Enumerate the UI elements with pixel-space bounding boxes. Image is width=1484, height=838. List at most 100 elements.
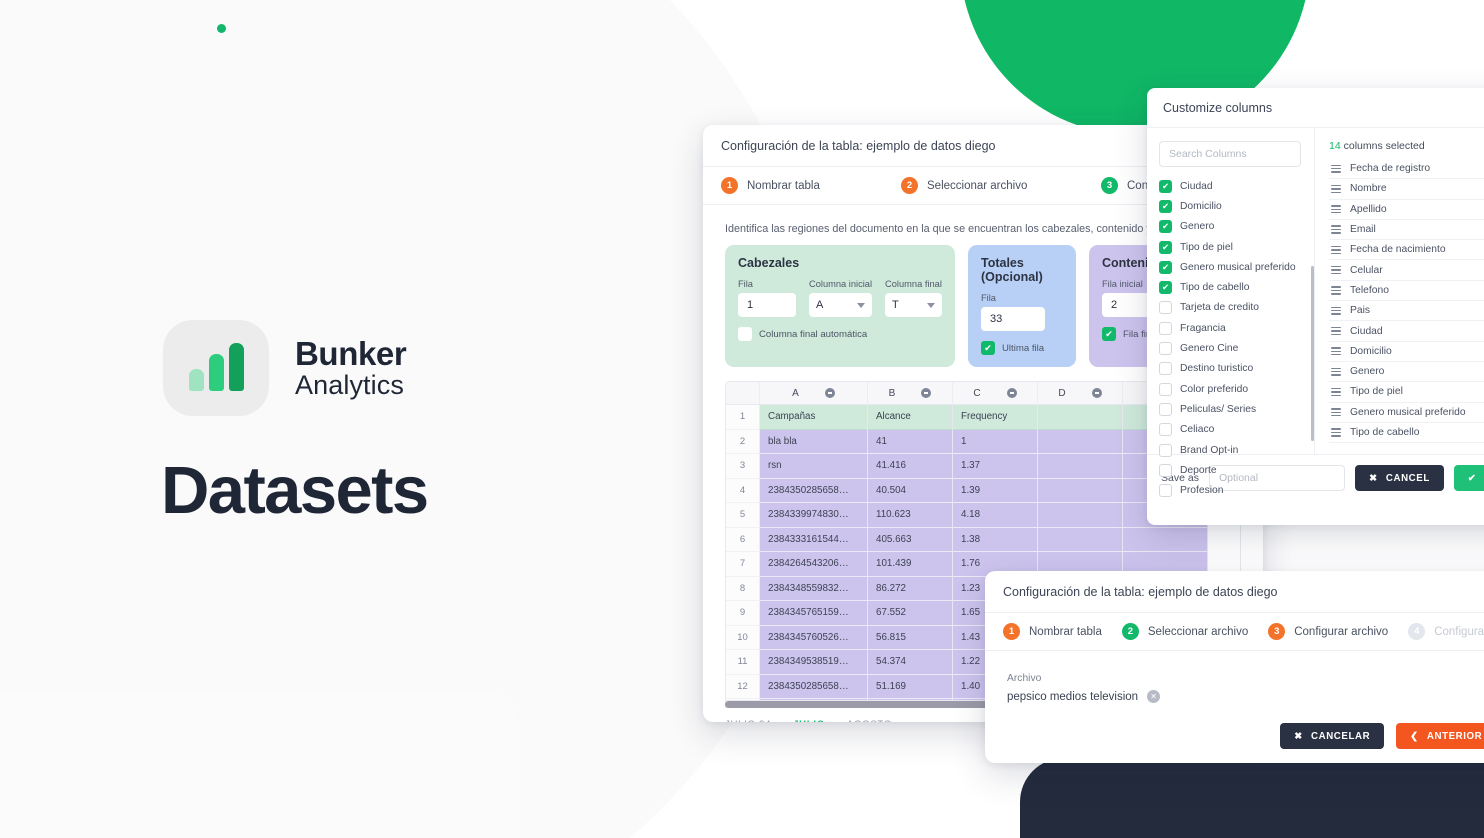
table-cell[interactable]: 67.552 bbox=[868, 601, 953, 626]
selected-column-5[interactable]: Celular✕ bbox=[1329, 260, 1484, 281]
checkbox-checked-icon[interactable]: ✔ bbox=[1159, 281, 1172, 295]
drag-handle-icon[interactable] bbox=[1331, 387, 1341, 396]
column-option-9[interactable]: Destino turistico bbox=[1159, 359, 1314, 379]
table-cell[interactable]: 1.39 bbox=[953, 478, 1038, 503]
anterior-button[interactable]: ❮ ANTERIOR bbox=[1396, 723, 1484, 749]
selected-column-10[interactable]: Genero✕ bbox=[1329, 362, 1484, 383]
table-cell[interactable]: 2384348559832… bbox=[760, 576, 868, 601]
table-cell[interactable]: rsn bbox=[760, 454, 868, 479]
table-cell[interactable] bbox=[1038, 527, 1123, 552]
column-option-6[interactable]: Tarjeta de credito bbox=[1159, 298, 1314, 318]
step-seleccionar-archivo[interactable]: 2 Seleccionar archivo bbox=[901, 177, 1101, 194]
drag-handle-icon[interactable] bbox=[1331, 428, 1341, 437]
table-cell[interactable] bbox=[1123, 527, 1208, 552]
column-menu-icon[interactable] bbox=[1091, 388, 1102, 398]
checkbox-checked-icon[interactable]: ✔ bbox=[1159, 260, 1172, 274]
column-option-1[interactable]: ✔ Domicilio bbox=[1159, 196, 1314, 216]
sheet-tab-2[interactable]: AGOSTO bbox=[847, 719, 892, 722]
selected-column-8[interactable]: Ciudad✕ bbox=[1329, 321, 1484, 342]
columna-inicial-select[interactable]: A bbox=[809, 293, 873, 317]
selected-column-1[interactable]: Nombre✕ bbox=[1329, 179, 1484, 200]
table-cell[interactable]: 101.439 bbox=[868, 552, 953, 577]
drag-handle-icon[interactable] bbox=[1331, 266, 1341, 275]
column-menu-icon[interactable] bbox=[1006, 388, 1017, 398]
table-cell[interactable]: 2384339974830… bbox=[760, 503, 868, 528]
selected-column-13[interactable]: Tipo de cabello✕ bbox=[1329, 423, 1484, 444]
drag-handle-icon[interactable] bbox=[1331, 225, 1341, 234]
ultima-fila-checkbox-row[interactable]: ✔ Ultima fila bbox=[981, 341, 1063, 355]
step-seleccionar-archivo[interactable]: 2 Seleccionar archivo bbox=[1121, 623, 1248, 640]
column-option-7[interactable]: Fragancia bbox=[1159, 318, 1314, 338]
table-cell[interactable] bbox=[1038, 405, 1123, 430]
selected-column-4[interactable]: Fecha de nacimiento✕ bbox=[1329, 240, 1484, 261]
table-cell[interactable]: 2384350285658… bbox=[760, 674, 868, 699]
table-cell[interactable]: 2384345765159… bbox=[760, 601, 868, 626]
table-cell[interactable]: 110.623 bbox=[868, 503, 953, 528]
checkbox-unchecked-icon[interactable] bbox=[1159, 321, 1172, 335]
sheet-tab-0[interactable]: JULIO 24 bbox=[725, 719, 771, 722]
checkbox-checked-icon[interactable]: ✔ bbox=[1159, 220, 1172, 234]
table-cell[interactable]: 54.374 bbox=[868, 650, 953, 675]
step-nombrar-tabla[interactable]: 1 Nombrar tabla bbox=[1003, 623, 1102, 640]
available-columns-scrollbar[interactable] bbox=[1311, 266, 1314, 441]
selected-column-12[interactable]: Genero musical preferido✕ bbox=[1329, 403, 1484, 423]
table-cell[interactable]: bla bla bbox=[760, 429, 868, 454]
table-cell[interactable]: 51.169 bbox=[868, 674, 953, 699]
drag-handle-icon[interactable] bbox=[1331, 306, 1341, 315]
checkbox-unchecked-icon[interactable] bbox=[1159, 382, 1172, 396]
fila-totales-input[interactable]: 33 bbox=[981, 307, 1045, 331]
column-option-4[interactable]: ✔ Genero musical preferido bbox=[1159, 257, 1314, 277]
table-cell[interactable] bbox=[1038, 503, 1123, 528]
columna-final-automatica-checkbox-row[interactable]: Columna final automática bbox=[738, 327, 942, 341]
search-columns-input[interactable]: Search Columns bbox=[1159, 141, 1301, 167]
table-cell[interactable]: 40.504 bbox=[868, 478, 953, 503]
table-cell[interactable]: 2384350285658… bbox=[760, 478, 868, 503]
column-option-2[interactable]: ✔ Genero bbox=[1159, 217, 1314, 237]
drag-handle-icon[interactable] bbox=[1331, 164, 1341, 173]
column-option-5[interactable]: ✔ Tipo de cabello bbox=[1159, 277, 1314, 297]
table-cell[interactable]: 1.38 bbox=[953, 527, 1038, 552]
checkbox-checked-icon[interactable]: ✔ bbox=[1159, 240, 1172, 254]
column-option-10[interactable]: Color preferido bbox=[1159, 379, 1314, 399]
checkbox-unchecked-icon[interactable] bbox=[1159, 484, 1172, 498]
column-header-c[interactable]: C bbox=[953, 382, 1038, 404]
table-cell[interactable]: 41.416 bbox=[868, 454, 953, 479]
selected-column-7[interactable]: Pais✕ bbox=[1329, 301, 1484, 322]
table-cell[interactable]: Frequency bbox=[953, 405, 1038, 430]
table-cell[interactable] bbox=[1038, 429, 1123, 454]
table-cell[interactable]: 2384264543206… bbox=[760, 552, 868, 577]
selected-column-11[interactable]: Tipo de piel✕ bbox=[1329, 382, 1484, 403]
checkbox-unchecked-icon[interactable] bbox=[738, 327, 752, 341]
drag-handle-icon[interactable] bbox=[1331, 184, 1341, 194]
column-option-15[interactable]: Profesion bbox=[1159, 480, 1314, 500]
column-option-14[interactable]: Deporte bbox=[1159, 460, 1314, 480]
table-cell[interactable]: 41 bbox=[868, 429, 953, 454]
selected-column-2[interactable]: Apellido✕ bbox=[1329, 200, 1484, 220]
checkbox-unchecked-icon[interactable] bbox=[1159, 342, 1172, 356]
checkbox-checked-icon[interactable]: ✔ bbox=[981, 341, 995, 355]
table-cell[interactable]: 1 bbox=[953, 429, 1038, 454]
column-header-d[interactable]: D bbox=[1038, 382, 1123, 404]
cancelar-button[interactable]: ✖ CANCELAR bbox=[1280, 723, 1385, 749]
fila-input[interactable]: 1 bbox=[738, 293, 796, 317]
apply-button[interactable]: ✔ APPLY bbox=[1453, 465, 1484, 491]
table-row[interactable]: 6 2384333161544… 405.663 1.38 bbox=[726, 527, 1240, 552]
column-option-3[interactable]: ✔ Tipo de piel bbox=[1159, 237, 1314, 257]
table-cell[interactable]: 2384349538519… bbox=[760, 650, 868, 675]
table-cell[interactable]: 2384333161544… bbox=[760, 527, 868, 552]
column-header-b[interactable]: B bbox=[868, 382, 953, 404]
table-cell[interactable] bbox=[1038, 454, 1123, 479]
checkbox-unchecked-icon[interactable] bbox=[1159, 301, 1172, 315]
table-cell[interactable]: 405.663 bbox=[868, 527, 953, 552]
column-menu-icon[interactable] bbox=[824, 388, 835, 398]
checkbox-unchecked-icon[interactable] bbox=[1159, 463, 1172, 477]
drag-handle-icon[interactable] bbox=[1331, 367, 1341, 376]
column-option-8[interactable]: Genero Cine bbox=[1159, 338, 1314, 358]
column-menu-icon[interactable] bbox=[921, 388, 932, 398]
sheet-tab-1[interactable]: JULIO bbox=[793, 719, 825, 722]
column-option-0[interactable]: ✔ Ciudad bbox=[1159, 176, 1314, 196]
table-cell[interactable]: 1.37 bbox=[953, 454, 1038, 479]
table-cell[interactable]: 4.18 bbox=[953, 503, 1038, 528]
table-cell[interactable]: Alcance bbox=[868, 405, 953, 430]
drag-handle-icon[interactable] bbox=[1331, 347, 1341, 356]
